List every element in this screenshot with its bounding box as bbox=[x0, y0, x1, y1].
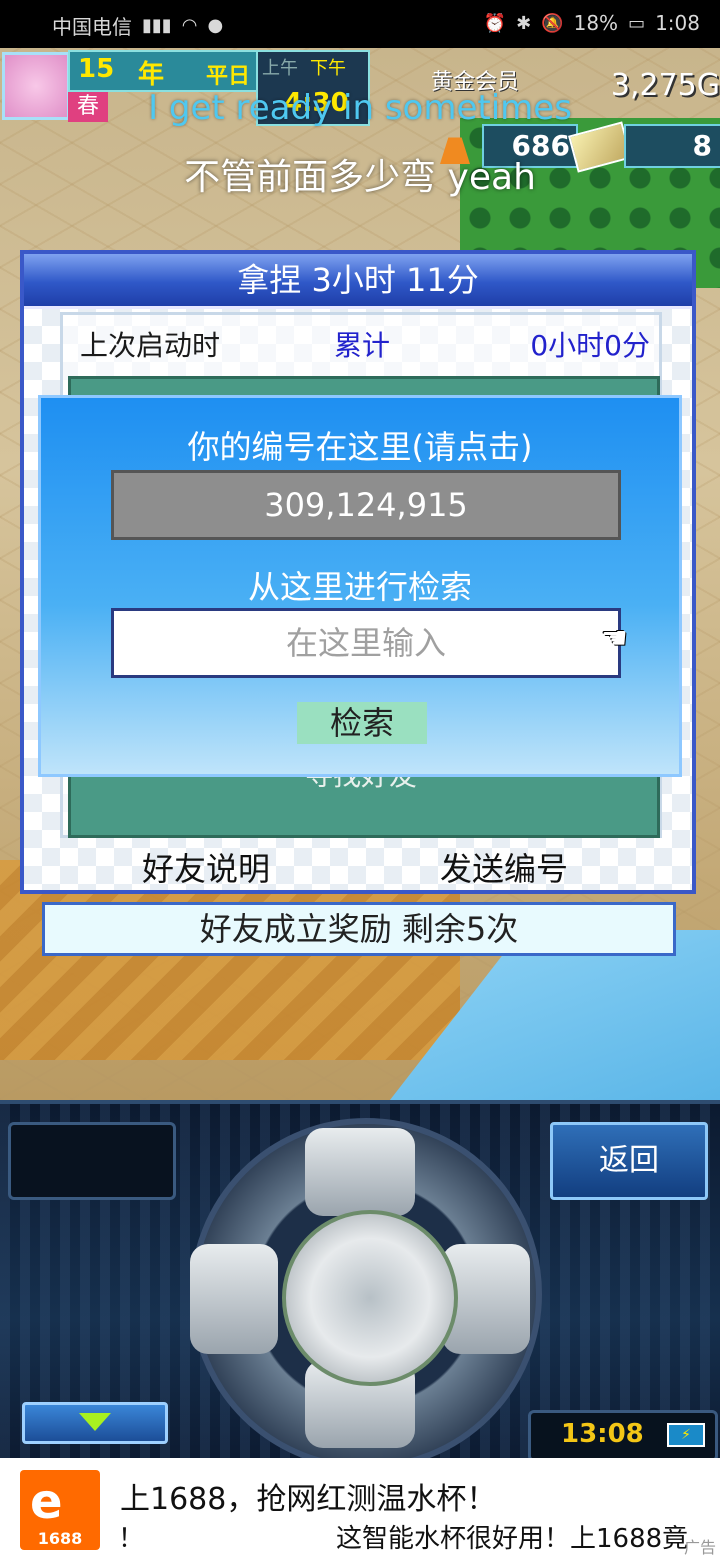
time-afternoon: 下午 bbox=[310, 58, 346, 79]
wechat-icon: ● bbox=[207, 15, 224, 36]
total-value: 0小时0分 bbox=[530, 329, 650, 362]
ad-tag: 广告 bbox=[683, 1538, 716, 1557]
total-label: 累计 bbox=[334, 329, 391, 362]
alarm-icon: ⏰ bbox=[483, 12, 507, 34]
my-id-field[interactable]: 309,124,915 bbox=[111, 470, 621, 540]
lyric-line-1: I get ready in sometimes bbox=[148, 88, 572, 128]
ad-subline: 这智能水杯很好用！上1688竟 bbox=[336, 1524, 689, 1554]
clock: 1:08 bbox=[655, 11, 700, 35]
id-dialog: 你的编号在这里(请点击) 309,124,915 从这里进行检索 在这里输入 ☚… bbox=[38, 395, 682, 777]
bluetooth-icon: ✱ bbox=[516, 12, 532, 34]
carrier-label: 中国电信 bbox=[52, 15, 132, 39]
ad-banner[interactable]: e 1688 上1688，抢网红测温水杯！ ！ 这智能水杯很好用！上1688竟 … bbox=[0, 1458, 720, 1560]
battery-charging-icon: ⚡ bbox=[667, 1423, 705, 1447]
mute-icon: 🔕 bbox=[541, 12, 564, 34]
signal-icon: ▮▮▮ bbox=[142, 15, 172, 36]
status-bar: 中国电信 ▮▮▮ ◠ ● ⏰ ✱ 🔕 18% ▭ 1:08 bbox=[0, 0, 720, 48]
dpad-left[interactable] bbox=[190, 1244, 278, 1354]
back-button[interactable]: 返回 bbox=[550, 1122, 708, 1200]
year-value: 15 bbox=[78, 54, 115, 84]
ad-logo: e 1688 bbox=[20, 1470, 100, 1550]
friend-reward-bar[interactable]: 好友成立奖励 剩余5次 bbox=[42, 902, 676, 956]
panel-footer: 好友说明 发送编号 bbox=[24, 838, 692, 888]
menu-down-button[interactable] bbox=[22, 1402, 168, 1444]
ad-subline-start: ！ bbox=[118, 1524, 145, 1554]
search-button[interactable]: 检索 bbox=[297, 702, 427, 744]
pointing-hand-icon: ☚ bbox=[601, 621, 628, 656]
battery-icon: ▭ bbox=[628, 12, 646, 34]
down-arrow-icon bbox=[79, 1413, 111, 1431]
battery-percent: 18% bbox=[573, 11, 619, 35]
controller-panel: 返回 13:08 ⚡ bbox=[0, 1100, 720, 1470]
game-clock: 13:08 ⚡ bbox=[528, 1410, 718, 1462]
search-input[interactable]: 在这里输入 bbox=[111, 608, 621, 678]
dpad[interactable] bbox=[190, 1118, 542, 1470]
dialog-title: 你的编号在这里(请点击) bbox=[187, 428, 533, 466]
send-id-button[interactable]: 发送编号 bbox=[440, 844, 568, 890]
controller-display bbox=[8, 1122, 176, 1200]
ad-headline: 上1688，抢网红测温水杯！ bbox=[120, 1482, 497, 1517]
friend-help-button[interactable]: 好友说明 bbox=[142, 844, 270, 890]
time-morning: 上午 bbox=[262, 58, 298, 79]
panel-title: 拿捏 3小时 11分 bbox=[24, 254, 692, 309]
game-clock-time: 13:08 bbox=[561, 1419, 644, 1449]
wifi-icon: ◠ bbox=[181, 15, 198, 36]
dpad-up[interactable] bbox=[305, 1128, 415, 1216]
dpad-center-button[interactable] bbox=[282, 1210, 458, 1386]
last-launch-row: 上次启动时 累计 0小时0分 bbox=[78, 316, 678, 376]
ad-logo-text: 1688 bbox=[37, 1529, 83, 1548]
last-launch-label: 上次启动时 bbox=[80, 329, 221, 362]
lyric-line-2: 不管前面多少弯 yeah bbox=[184, 157, 536, 198]
day-type: 平日 bbox=[206, 64, 251, 89]
search-label: 从这里进行检索 bbox=[247, 568, 472, 606]
hud-date: 15 年 平日 bbox=[68, 50, 258, 92]
ad-logo-mark: e bbox=[30, 1474, 63, 1530]
year-unit: 年 bbox=[138, 60, 165, 90]
